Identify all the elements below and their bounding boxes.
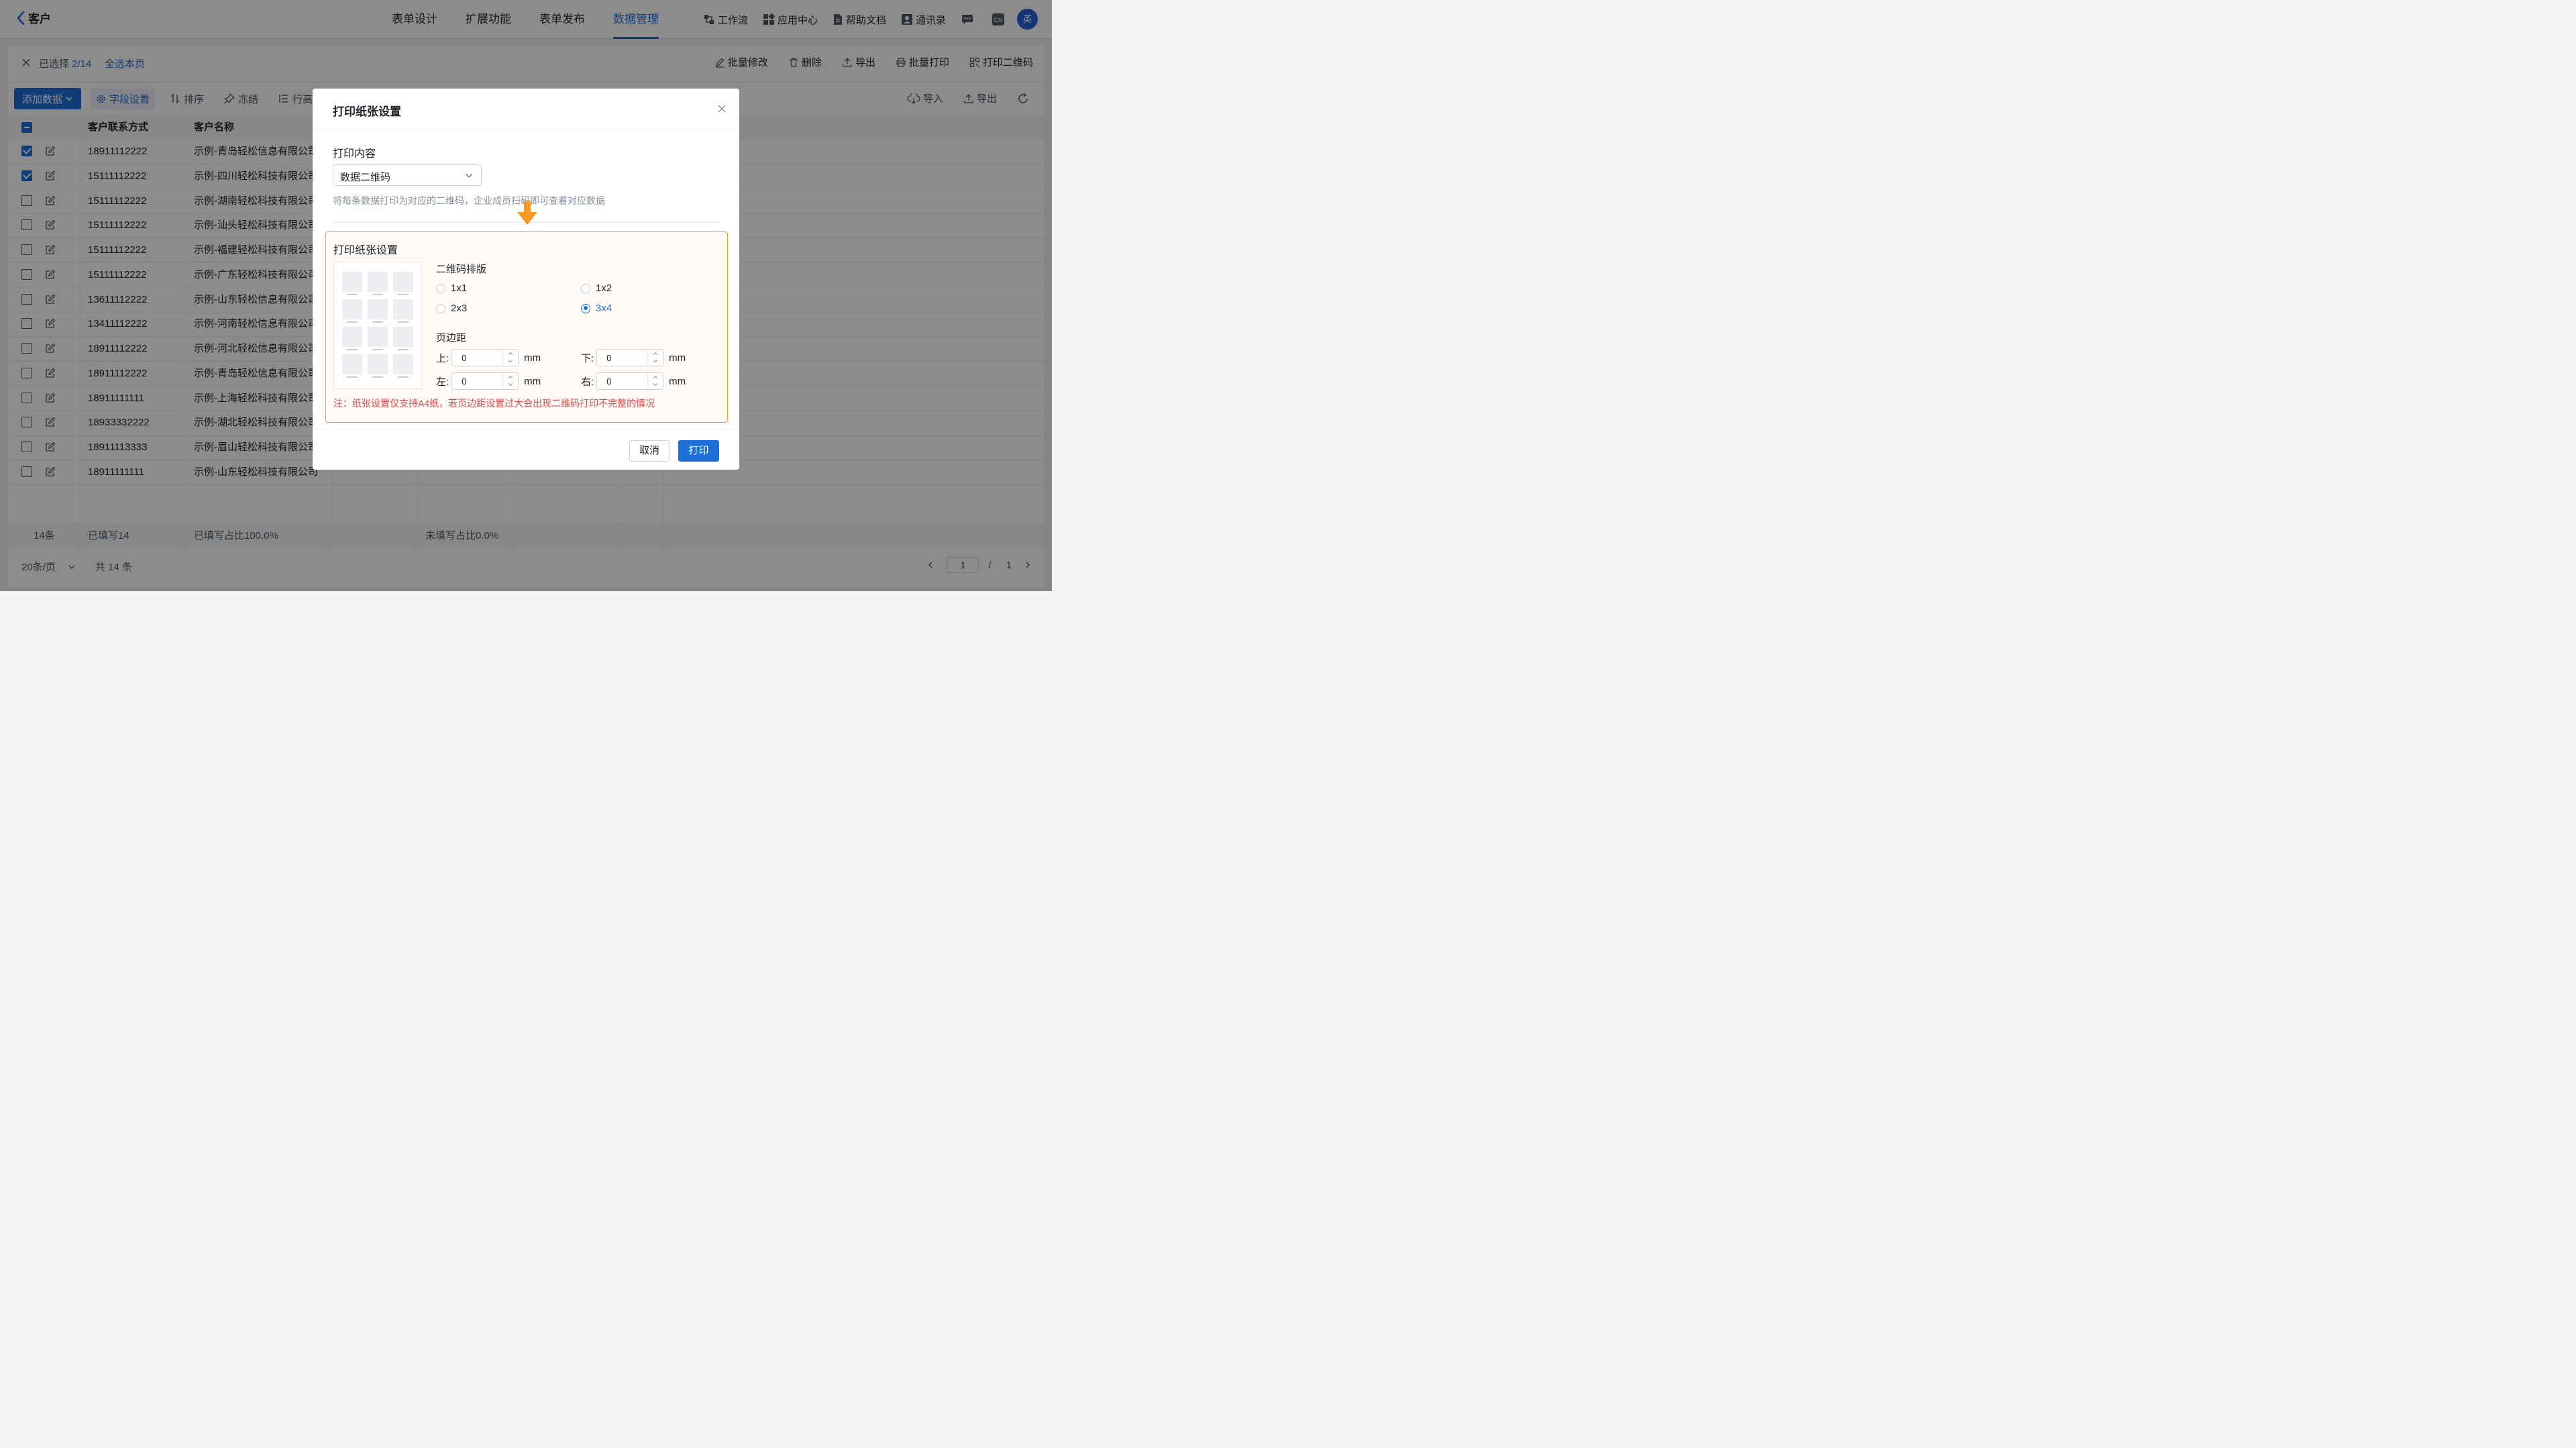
qrcode-placeholder [368,327,388,347]
qrcode-placeholder [342,299,362,319]
qrcode-caption-placeholder [347,294,358,295]
margin-top-field: 上: 0 mm [436,349,541,366]
margin-top-input[interactable]: 0 [451,349,519,366]
qrcode-placeholder [368,354,388,374]
qrcode-placeholder [368,299,388,319]
qrcode-placeholder [393,354,413,374]
qrcode-placeholder [393,299,413,319]
dialog-title: 打印纸张设置 [333,105,401,118]
print-content-label: 打印内容 [333,148,376,160]
print-content-select[interactable]: 数据二维码 [333,164,482,186]
margin-bottom-field: 下: 0 mm [581,349,686,366]
qrcode-caption-placeholder [372,376,383,378]
chevron-up-icon[interactable] [653,351,658,356]
layout-option-1x1[interactable]: 1x1 [436,282,467,294]
qrcode-caption-placeholder [347,321,358,323]
paper-warning-note: 注：纸张设置仅支持A4纸，若页边距设置过大会出现二维码打印不完整的情况 [333,398,655,409]
close-icon [718,105,726,113]
qrcode-layout-preview [333,262,422,389]
qrcode-caption-placeholder [398,321,409,323]
paper-settings-section: 打印纸张设置 二维码排版 1x1 1x2 2x3 3x4 页边距 上: 0 mm… [325,231,728,423]
cancel-button[interactable]: 取消 [629,440,669,462]
qrcode-caption-placeholder [372,321,383,323]
radio-dot [436,283,445,293]
layout-option-1x2[interactable]: 1x2 [581,282,612,294]
margin-left-input[interactable]: 0 [451,372,519,390]
chevron-down-icon [465,172,473,180]
chevron-up-icon[interactable] [508,351,513,356]
qrcode-caption-placeholder [372,294,383,295]
margin-bottom-input[interactable]: 0 [596,349,664,366]
chevron-up-icon[interactable] [653,374,658,380]
qrcode-placeholder [393,272,413,292]
margin-left-field: 左: 0 mm [436,372,541,390]
radio-dot [581,303,590,313]
chevron-down-icon[interactable] [508,358,513,364]
qrcode-caption-placeholder [398,294,409,295]
qrcode-caption-placeholder [398,376,409,378]
arrow-down-icon [517,201,537,229]
print-settings-dialog: 打印纸张设置 打印内容 数据二维码 将每条数据打印为对应的二维码，企业成员扫码即… [313,89,739,470]
print-button[interactable]: 打印 [678,440,719,462]
radio-dot [436,303,445,313]
chevron-down-icon[interactable] [653,358,658,364]
layout-option-2x3[interactable]: 2x3 [436,303,467,314]
dialog-close-button[interactable] [718,105,726,113]
margin-right-field: 右: 0 mm [581,372,686,390]
qrcode-placeholder [368,272,388,292]
qrcode-placeholder [342,327,362,347]
qrcode-placeholder [342,354,362,374]
chevron-down-icon[interactable] [653,382,658,387]
chevron-up-icon[interactable] [508,374,513,380]
radio-dot [581,283,590,293]
qrcode-placeholder [342,272,362,292]
margin-label: 页边距 [436,332,467,344]
divider [313,129,739,130]
chevron-down-icon[interactable] [508,382,513,387]
layout-option-3x4[interactable]: 3x4 [581,303,612,314]
qrcode-caption-placeholder [398,349,409,350]
qrcode-caption-placeholder [372,349,383,350]
qrcode-placeholder [393,327,413,347]
layout-label: 二维码排版 [436,264,487,275]
paper-settings-title: 打印纸张设置 [333,245,398,256]
margin-right-input[interactable]: 0 [596,372,664,390]
print-content-hint: 将每条数据打印为对应的二维码，企业成员扫码即可查看对应数据 [333,195,605,206]
qrcode-caption-placeholder [347,349,358,350]
qrcode-caption-placeholder [347,376,358,378]
